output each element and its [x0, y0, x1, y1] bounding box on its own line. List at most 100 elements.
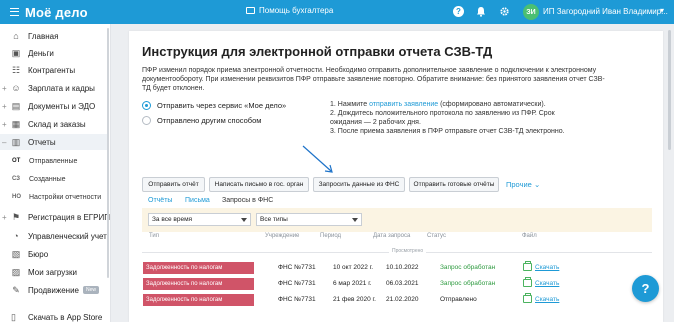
- bureau-icon: ▧: [11, 248, 21, 259]
- sidebar-item-contractors[interactable]: ☷ Контрагенты: [0, 62, 109, 78]
- sidebar: ⌂ Главная ▣ Деньги ☷ Контрагенты + ☺ Зар…: [0, 24, 111, 322]
- management-icon: ◔: [13, 231, 19, 241]
- promotion-label: Продвижение: [28, 285, 79, 295]
- new-badge: New: [83, 286, 100, 295]
- caret-down-icon: [352, 218, 358, 222]
- help-icon[interactable]: ?: [453, 6, 464, 17]
- expand-icon[interactable]: +: [2, 102, 7, 111]
- row-status: Отправлено: [440, 296, 477, 303]
- radio-sent-other[interactable]: Отправлено другим способом: [142, 114, 261, 126]
- printer-icon: [523, 261, 532, 271]
- sidebar-sub-settings[interactable]: НО Настройки отчетности: [0, 188, 109, 206]
- sidebar-item-documents[interactable]: + ▤ Документы и ЭДО: [0, 98, 109, 114]
- sidebar-item-promotion[interactable]: ✎ Продвижение New: [0, 282, 109, 298]
- row-period: 10 окт 2022 г.: [333, 264, 373, 271]
- sidebar-item-label: Регистрация в ЕГРИП: [28, 212, 110, 222]
- column-header-period: Период: [320, 233, 342, 239]
- step-2: 2. Дождитесь положительного протокола по…: [330, 110, 555, 126]
- tab-fns-requests[interactable]: Запросы в ФНС: [222, 197, 273, 204]
- row-date: 10.10.2022: [386, 264, 419, 271]
- radio-button-selected[interactable]: [142, 100, 151, 110]
- column-header-file: Файл: [522, 233, 537, 239]
- step-3: 3. После приема заявления в ПФР отправьт…: [330, 128, 565, 135]
- expand-icon[interactable]: +: [2, 213, 7, 222]
- sidebar-item-downloads[interactable]: ▨ Мои загрузки: [0, 264, 109, 280]
- sidebar-item-salary[interactable]: + ☺ Зарплата и кадры: [0, 80, 109, 96]
- radio-button[interactable]: [142, 115, 151, 125]
- sidebar-item-label: Отчеты: [28, 137, 56, 147]
- row-org: ФНС №7731: [278, 280, 316, 287]
- period-select[interactable]: За все время: [148, 213, 251, 226]
- sidebar-item-home[interactable]: ⌂ Главная: [0, 28, 109, 44]
- user-name[interactable]: ИП Загородний Иван Владимир...: [543, 7, 668, 16]
- type-select[interactable]: Все типы: [256, 213, 362, 226]
- radio-send-service[interactable]: Отправить через сервис «Мое дело»: [142, 99, 286, 111]
- viewed-divider: Просмотрено: [142, 248, 652, 256]
- gear-icon[interactable]: [499, 6, 510, 17]
- more-dropdown[interactable]: Прочие ⌄: [506, 180, 540, 189]
- sidebar-item-registration[interactable]: + ⚑ Регистрация в ЕГРИП: [0, 209, 110, 225]
- row-date: 06.03.2021: [386, 280, 419, 287]
- sidebar-item-label: Бюро: [28, 249, 49, 259]
- assistant-link[interactable]: Помощь бухгалтера: [246, 6, 333, 15]
- logo[interactable]: Моё дело: [10, 3, 88, 21]
- home-icon: ⌂: [13, 31, 19, 41]
- sidebar-sub-created[interactable]: СЗ Созданные: [0, 170, 109, 188]
- sidebar-item-money[interactable]: ▣ Деньги: [0, 45, 109, 61]
- row-status: Запрос обработан: [440, 264, 496, 271]
- sidebar-item-bureau[interactable]: ▧ Бюро: [0, 246, 109, 262]
- sidebar-item-label: Главная: [28, 31, 59, 41]
- expand-icon[interactable]: +: [2, 120, 7, 129]
- row-date: 21.02.2020: [386, 296, 419, 303]
- phone-icon: ▯: [11, 311, 16, 322]
- menu-icon[interactable]: [10, 8, 19, 16]
- sidebar-item-management[interactable]: ◔ Управленческий учет: [0, 228, 109, 244]
- intro-text: ПФР изменил порядок приема электронной о…: [142, 67, 605, 92]
- sidebar-item-warehouse[interactable]: + ▦ Склад и заказы: [0, 116, 109, 132]
- download-label: Скачать: [535, 263, 560, 271]
- sub-item-label: Настройки отчетности: [29, 193, 102, 201]
- help-chat-button[interactable]: ?: [632, 275, 659, 302]
- avatar[interactable]: ЗИ: [523, 4, 539, 20]
- table-row[interactable]: Задолженность по налогам ФНС №7731 10 ок…: [142, 261, 652, 275]
- row-type-tag: Задолженность по налогам: [143, 262, 254, 274]
- assistant-label: Помощь бухгалтера: [259, 6, 334, 15]
- radio-label: Отправлено другим способом: [157, 115, 262, 125]
- annotation-arrow-icon: [302, 145, 333, 173]
- sidebar-item-label: Деньги: [28, 48, 54, 58]
- viewed-label: Просмотрено: [389, 248, 427, 254]
- bell-icon[interactable]: [475, 6, 486, 17]
- collapse-icon[interactable]: –: [2, 138, 6, 147]
- send-ready-button[interactable]: Отправить готовые отчёты: [409, 177, 499, 192]
- sidebar-item-label: Документы и ЭДО: [28, 101, 96, 111]
- column-header-org: Учреждение: [265, 233, 300, 239]
- tab-letters[interactable]: Письма: [185, 197, 210, 204]
- row-type-tag: Задолженность по налогам: [143, 278, 254, 290]
- table-row[interactable]: Задолженность по налогам ФНС №7731 21 фе…: [142, 293, 652, 307]
- request-fns-button[interactable]: Запросить данные из ФНС: [313, 177, 405, 192]
- step-1: 1. Нажмите отправить заявление (сформиро…: [330, 100, 570, 109]
- main-card: Инструкция для электронной отправки отче…: [129, 31, 663, 322]
- chevron-down-icon[interactable]: ▾: [660, 6, 664, 15]
- printer-icon: [523, 293, 532, 303]
- documents-icon: ▤: [11, 100, 21, 111]
- reports-icon: ▥: [11, 136, 21, 147]
- send-application-link[interactable]: отправить заявление: [369, 101, 438, 108]
- type-select-value: Все типы: [260, 216, 288, 223]
- download-link[interactable]: Скачать: [523, 293, 559, 303]
- column-header-date: Дата запроса: [373, 233, 411, 239]
- sidebar-sub-sent[interactable]: ОТ Отправленные: [0, 152, 109, 170]
- download-link[interactable]: Скачать: [523, 261, 560, 271]
- sidebar-scrollbar[interactable]: [107, 28, 109, 278]
- tab-reports[interactable]: Отчёты: [148, 197, 172, 204]
- table-row[interactable]: Задолженность по налогам ФНС №7731 6 мар…: [142, 277, 652, 291]
- page-scrollbar[interactable]: [668, 30, 671, 150]
- logo-text: Моё дело: [25, 4, 88, 20]
- caret-down-icon: [241, 218, 247, 222]
- app-store-link[interactable]: ▯ Скачать в App Store: [0, 310, 109, 322]
- download-link[interactable]: Скачать: [523, 277, 559, 287]
- expand-icon[interactable]: +: [2, 84, 7, 93]
- write-letter-button[interactable]: Написать письмо в гос. орган: [209, 177, 309, 192]
- sidebar-item-reports[interactable]: – ▥ Отчеты: [0, 134, 109, 150]
- send-report-button[interactable]: Отправить отчёт: [142, 177, 205, 192]
